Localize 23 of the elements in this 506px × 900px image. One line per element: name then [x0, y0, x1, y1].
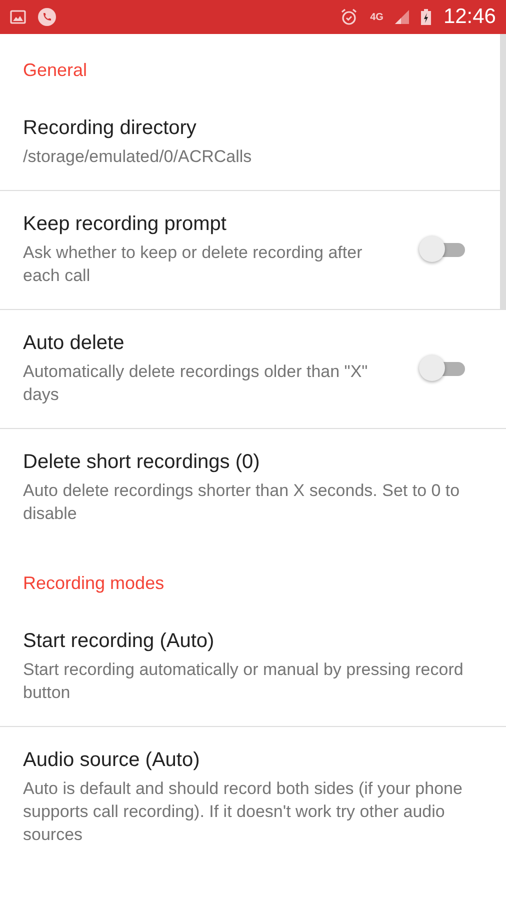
- setting-summary: Start recording automatically or manual by pressing record button: [23, 659, 464, 704]
- network-type: 4G: [370, 12, 384, 22]
- setting-title[interactable]: Delete short recordings (0): [23, 451, 260, 474]
- battery-icon: [421, 9, 432, 25]
- signal-icon: [395, 10, 410, 24]
- section-header: General: [22, 59, 88, 82]
- image-icon: [10, 10, 26, 24]
- setting-title[interactable]: Recording directory: [23, 117, 196, 140]
- setting-summary: /storage/emulated/0/ACRCalls: [23, 146, 253, 168]
- setting-summary: Ask whether to keep or delete recording after each call: [23, 242, 364, 287]
- setting-summary: Auto is default and should record both sides (if your phone supports call recording). If it doesn't work try other audio sources: [23, 778, 464, 846]
- toggle-switch[interactable]: [419, 355, 467, 383]
- phone-icon: [38, 8, 56, 26]
- setting-title[interactable]: Keep recording prompt: [23, 213, 226, 236]
- setting-summary: Automatically delete recordings older than "X" days: [23, 361, 369, 406]
- setting-title[interactable]: Auto delete: [23, 332, 124, 355]
- toggle-switch[interactable]: [419, 236, 467, 264]
- section-header: Recording modes: [22, 572, 166, 595]
- clock-time: 12:46: [443, 5, 496, 29]
- setting-title[interactable]: Audio source (Auto): [23, 749, 200, 772]
- setting-title[interactable]: Start recording (Auto): [23, 630, 214, 653]
- alarm-icon: [340, 8, 358, 26]
- setting-summary: Auto delete recordings shorter than X seconds. Set to 0 to disable: [23, 480, 461, 525]
